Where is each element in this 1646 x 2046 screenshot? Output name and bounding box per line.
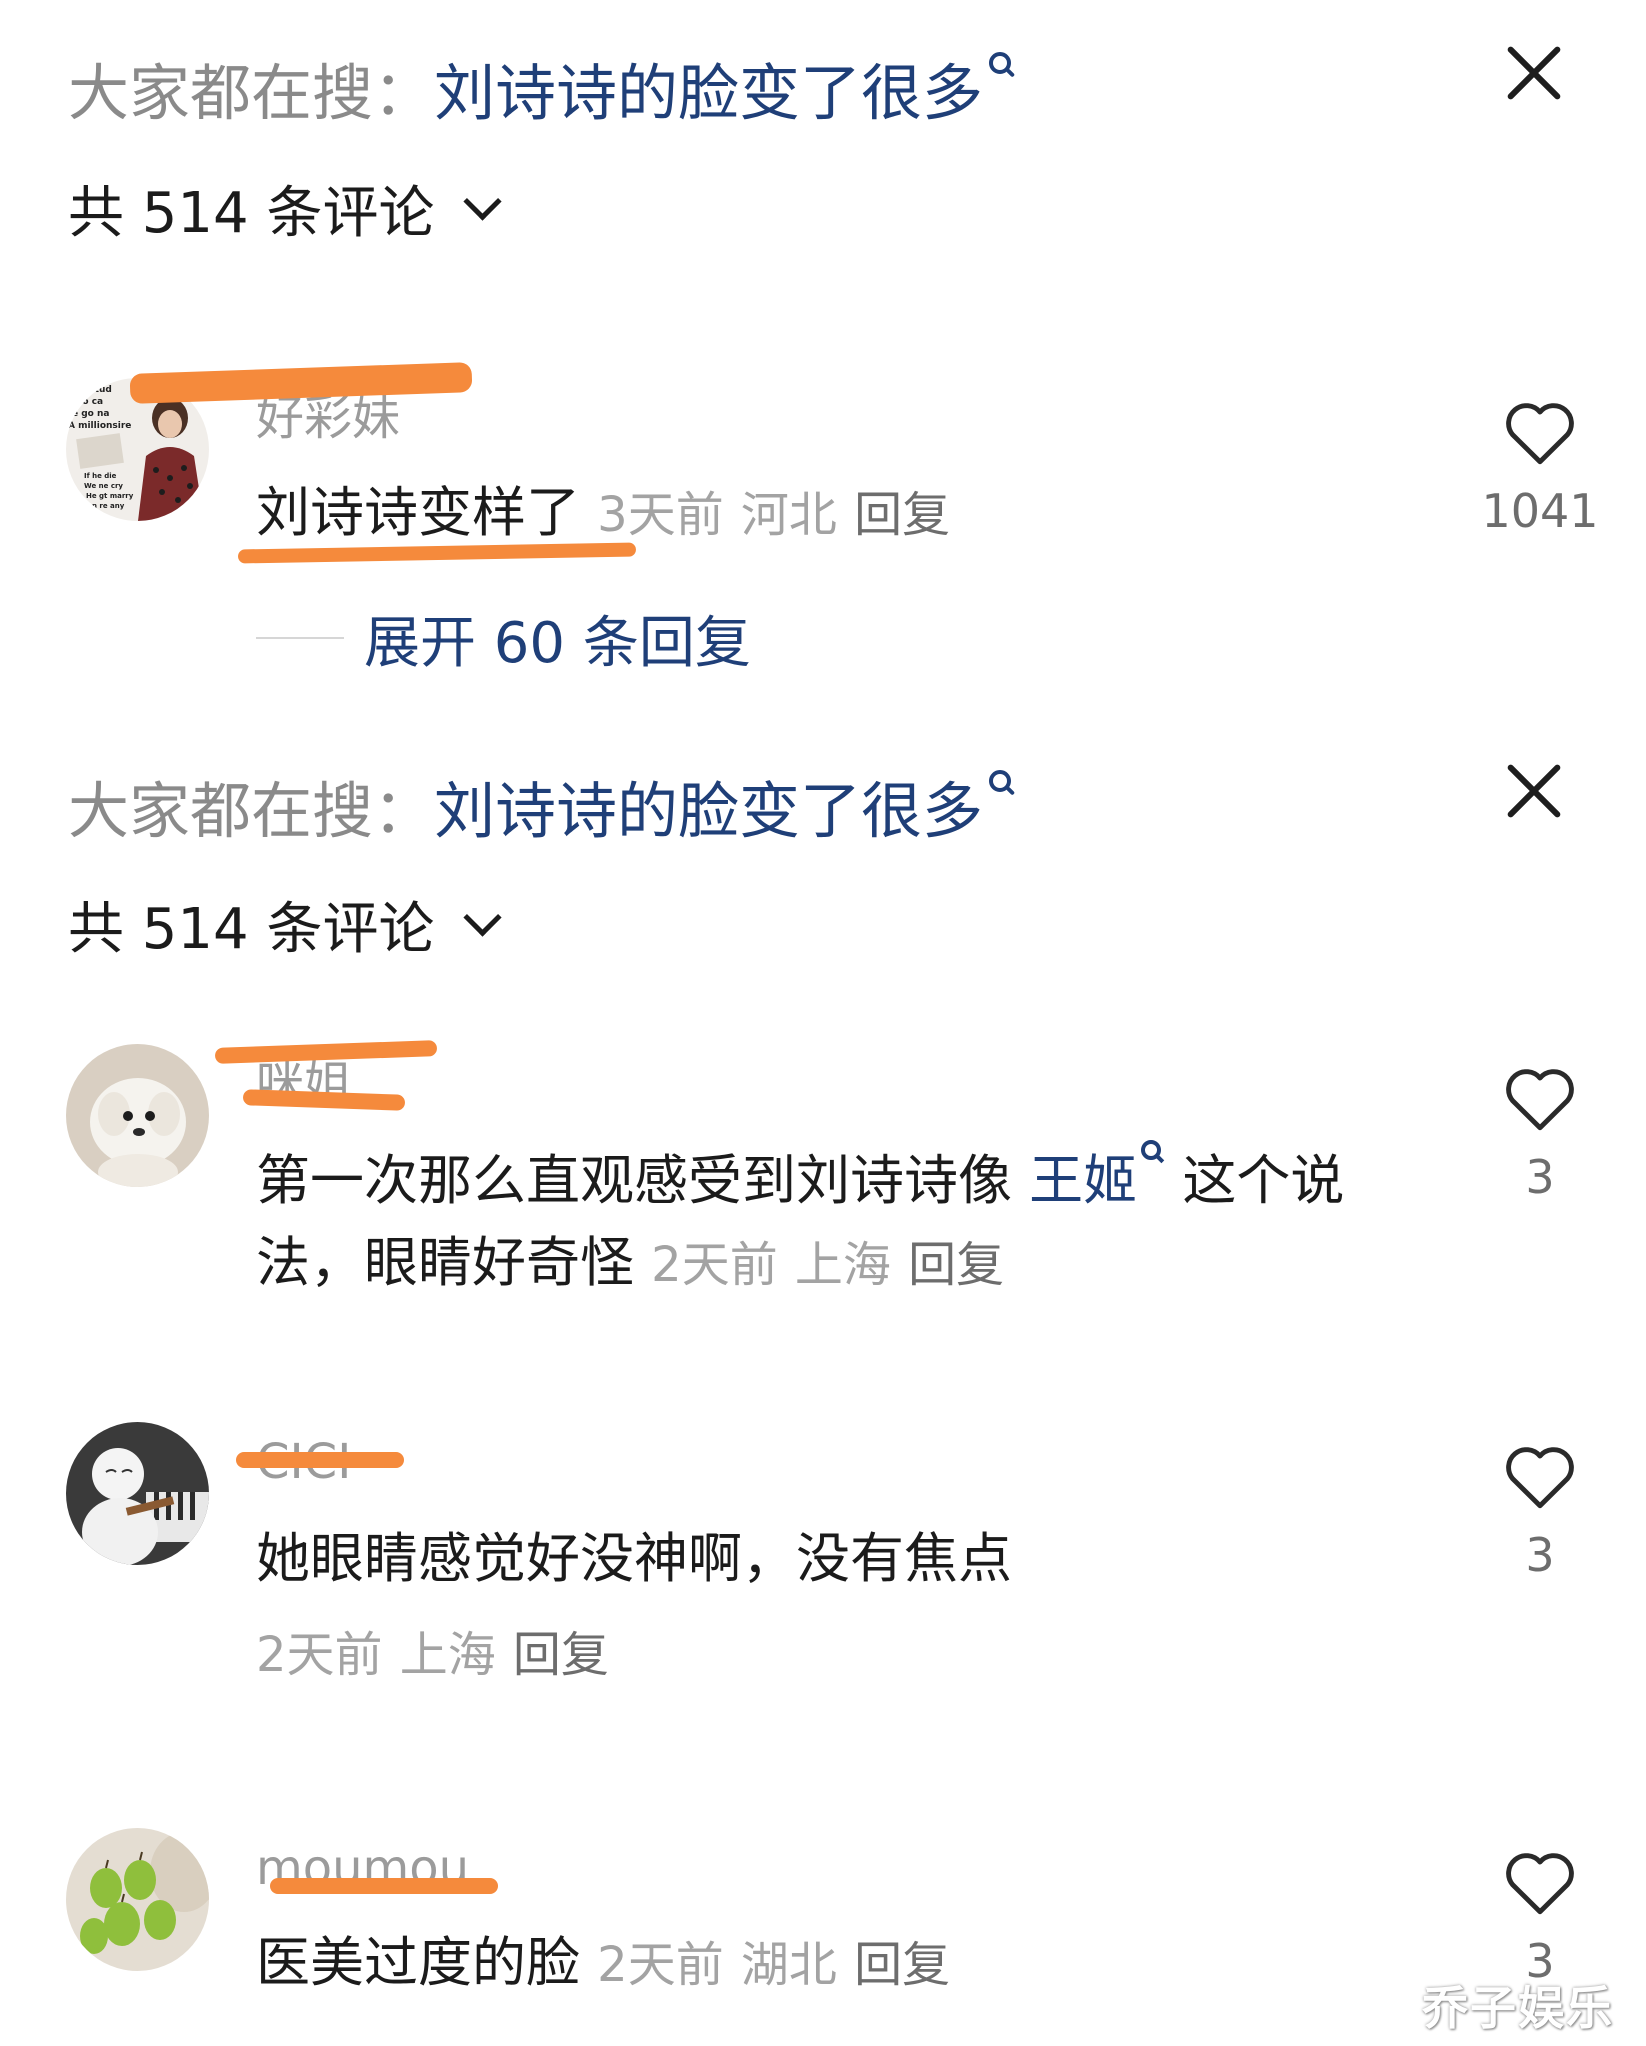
comment-time: 2天前 xyxy=(651,1237,778,1293)
search-icon xyxy=(987,760,1016,850)
search-term-link[interactable]: 刘诗诗的脸变了很多 xyxy=(434,761,983,850)
heart-icon xyxy=(1506,1069,1574,1131)
chevron-down-icon xyxy=(462,181,502,221)
chevron-down-icon xyxy=(462,897,502,937)
search-suggestion-bar[interactable]: 大家都在搜： 刘诗诗的脸变了很多 xyxy=(68,42,1016,132)
expand-divider xyxy=(256,637,344,639)
heart-icon xyxy=(1506,1853,1574,1915)
avatar-caption-line: e go na xyxy=(72,409,109,419)
like-count: 3 xyxy=(1525,1150,1555,1204)
search-prefix: 大家都在搜： xyxy=(68,775,435,847)
highlight-mark xyxy=(236,1452,404,1468)
search-prefix: 大家都在搜： xyxy=(68,57,435,129)
search-icon xyxy=(1139,1140,1165,1180)
close-icon[interactable] xyxy=(1494,34,1574,114)
like-button[interactable]: 1041 xyxy=(1480,390,1600,538)
comment-time: 3天前 xyxy=(597,487,724,543)
mention-search-link[interactable]: 王姬 xyxy=(1029,1149,1137,1212)
reply-button[interactable]: 回复 xyxy=(908,1237,1004,1293)
comment-text: 她眼睛感觉好没神啊，没有焦点 xyxy=(256,1527,1012,1590)
close-icon[interactable] xyxy=(1494,752,1574,832)
heart-icon xyxy=(1506,1447,1574,1509)
comment-location: 上海 xyxy=(794,1237,891,1293)
reply-button[interactable]: 回复 xyxy=(513,1627,609,1683)
search-suggestion-bar[interactable]: 大家都在搜： 刘诗诗的脸变了很多 xyxy=(68,760,1016,850)
search-term-link[interactable]: 刘诗诗的脸变了很多 xyxy=(434,43,983,132)
expand-replies-label: 展开 60 条回复 xyxy=(364,610,751,676)
comment-text: 第一次那么直观感受到刘诗诗像 xyxy=(256,1149,1012,1212)
comment-location: 河北 xyxy=(740,487,837,543)
comment-text: 刘诗诗变样了 xyxy=(256,481,580,544)
avatar[interactable] xyxy=(66,1044,209,1187)
avatar-caption-line: n re any xyxy=(92,502,125,510)
comment-text: 医美过度的脸 xyxy=(256,1931,580,1994)
avatar-caption-line: If he die xyxy=(84,472,117,480)
avatar[interactable] xyxy=(66,1828,209,1971)
like-button[interactable]: 3 xyxy=(1480,1840,1600,1988)
comment-body: 她眼睛感觉好没神啊，没有焦点 2天前 上海 回复 xyxy=(256,1518,1366,1696)
comment-location: 湖北 xyxy=(740,1937,837,1993)
comment-body: 刘诗诗变样了 3天前 河北 回复 xyxy=(256,472,1366,556)
like-count: 3 xyxy=(1525,1528,1555,1582)
avatar[interactable] xyxy=(66,1422,209,1565)
comment-body: 第一次那么直观感受到刘诗诗像 王姬 这个说法，眼睛好奇怪 2天前 上海 回复 xyxy=(256,1140,1366,1306)
avatar-caption-line: We ne cry xyxy=(84,482,123,490)
reply-button[interactable]: 回复 xyxy=(854,487,950,543)
comment-count-label: 共 514 条评论 xyxy=(68,180,435,246)
heart-icon xyxy=(1506,403,1574,465)
expand-replies-button[interactable]: 展开 60 条回复 xyxy=(256,598,751,678)
comment-count-label: 共 514 条评论 xyxy=(68,896,435,962)
comment-location: 上海 xyxy=(399,1627,496,1683)
comment-count-selector[interactable]: 共 514 条评论 xyxy=(68,884,502,964)
comment-count-selector[interactable]: 共 514 条评论 xyxy=(68,168,502,248)
highlight-mark xyxy=(129,362,473,404)
avatar-caption-line: A millionsire xyxy=(68,421,131,431)
highlight-mark xyxy=(270,1878,498,1894)
reply-button[interactable]: 回复 xyxy=(854,1937,950,1993)
comment-body: 医美过度的脸 2天前 湖北 回复 xyxy=(256,1922,1366,2006)
avatar-caption-line: no ca xyxy=(76,397,103,407)
like-button[interactable]: 3 xyxy=(1480,1056,1600,1204)
like-count: 1041 xyxy=(1481,484,1599,538)
like-button[interactable]: 3 xyxy=(1480,1434,1600,1582)
watermark: 乔子娱乐 xyxy=(1422,1981,1614,2035)
search-icon xyxy=(987,42,1016,132)
avatar-caption-line: o stud xyxy=(80,385,112,395)
comment-time: 2天前 xyxy=(597,1937,724,1993)
comment-time: 2天前 xyxy=(256,1627,383,1683)
avatar-caption-line: He gt marry xyxy=(86,492,134,500)
